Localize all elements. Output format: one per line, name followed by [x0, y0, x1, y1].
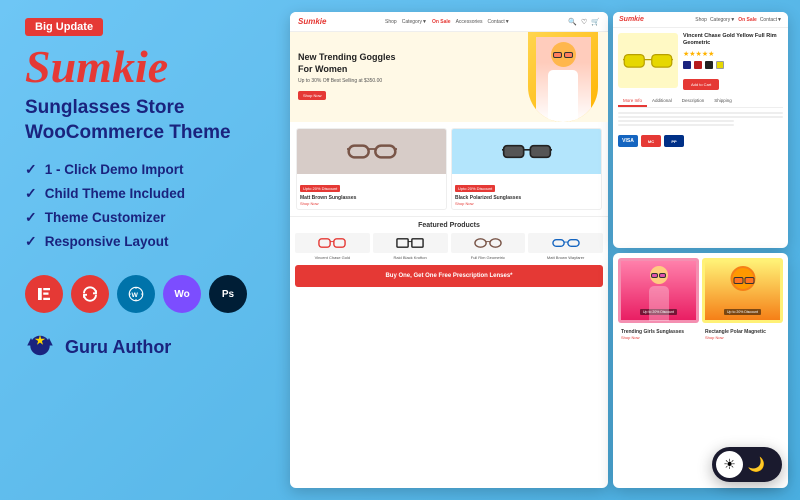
rb-polar-img: Up to 20% Discount — [702, 258, 783, 323]
feature-text-2: Child Theme Included — [45, 186, 185, 201]
right-screenshots-col: Sumkie Shop Category▼ On Sale Contact▼ — [613, 12, 788, 488]
rt-add-to-cart-btn[interactable]: Add to Cart — [683, 79, 719, 90]
rt-product-tabs: More Info Additional Description Shippin… — [618, 96, 783, 108]
feature-text-4: Responsive Layout — [45, 234, 169, 249]
light-mode-toggle[interactable]: ☀ — [716, 451, 743, 478]
rt-payment-icons: VISA MC PP — [613, 132, 788, 150]
left-panel: Big Update Sumkie Sunglasses Store WooCo… — [0, 0, 285, 500]
customizer-icon — [71, 275, 109, 313]
main-container: Big Update Sumkie Sunglasses Store WooCo… — [0, 0, 800, 500]
theme-toggle[interactable]: ☀ 🌙 — [712, 447, 782, 482]
rt-tab-description[interactable]: Description — [677, 96, 710, 107]
mock-product-1: Upto 20% Discount Matt Brown Sunglasses … — [296, 128, 447, 210]
mock-product-2-img — [452, 129, 601, 174]
rt-header: Sumkie Shop Category▼ On Sale Contact▼ — [613, 12, 788, 28]
feature-item-4: ✓ Responsive Layout — [25, 233, 265, 250]
right-panel: Sumkie Shop Category▼ On Sale Accessorie… — [285, 0, 800, 500]
sun-icon: ☀ — [723, 456, 736, 473]
mock-featured-title: Featured Products — [295, 222, 603, 229]
mock-hero-image — [528, 32, 598, 122]
mock-promo-banner: Buy One, Get One Free Prescription Lense… — [295, 265, 603, 287]
mock-hero-sub: Up to 30% Off Best Selling at $350.00 — [298, 78, 398, 84]
brand-name: Sumkie — [25, 44, 265, 90]
woocommerce-icon: Wo — [163, 275, 201, 313]
mock-feat-item-4: Matt Brown Wayfarer — [528, 233, 603, 260]
mock-product-2-discount: Upto 20% Discount — [455, 185, 495, 192]
check-icon-1: ✓ — [25, 161, 37, 178]
mock-product-1-info: Upto 20% Discount Matt Brown Sunglasses … — [297, 174, 446, 209]
big-update-badge: Big Update — [25, 18, 103, 36]
rt-stars: ★★★★★ — [683, 50, 783, 58]
moon-icon: 🌙 — [748, 456, 765, 473]
rb-trending-girls-img: Up to 20% Discount — [618, 258, 699, 323]
mock-featured-products: Vincent Chase Gold Raid Black Krofton — [295, 233, 603, 260]
feature-item-3: ✓ Theme Customizer — [25, 209, 265, 226]
feature-item-1: ✓ 1 - Click Demo Import — [25, 161, 265, 178]
mock-hero-title: New Trending Goggles For Women — [298, 52, 398, 75]
feature-item-2: ✓ Child Theme Included — [25, 185, 265, 202]
rb-badge-2: Up to 20% Discount — [724, 309, 761, 315]
rt-tab-more-info[interactable]: More Info — [618, 96, 647, 107]
features-list: ✓ 1 - Click Demo Import ✓ Child Theme In… — [25, 161, 265, 257]
mock-hero-section: New Trending Goggles For Women Up to 30%… — [290, 32, 608, 122]
elementor-icon — [25, 275, 63, 313]
photoshop-icon: Ps — [209, 275, 247, 313]
mock-product-1-img — [297, 129, 446, 174]
check-icon-3: ✓ — [25, 209, 37, 226]
product-detail-screenshot: Sumkie Shop Category▼ On Sale Contact▼ — [613, 12, 788, 248]
mock-hero-text: New Trending Goggles For Women Up to 30%… — [298, 52, 398, 101]
rt-tab-shipping[interactable]: Shipping — [709, 96, 737, 107]
mock-site-header: Sumkie Shop Category▼ On Sale Accessorie… — [290, 12, 608, 32]
rt-description-content — [613, 108, 788, 132]
rt-product-info: Vincent Chase Gold Yellow Full Rim Geome… — [683, 33, 783, 91]
feature-text-3: Theme Customizer — [45, 210, 166, 225]
rt-tab-additional[interactable]: Additional — [647, 96, 677, 107]
rt-color-swatches — [683, 61, 783, 69]
main-site-screenshot: Sumkie Shop Category▼ On Sale Accessorie… — [290, 12, 608, 488]
rb-col-right-info: Rectangle Polar Magnetic Shop Now — [702, 326, 783, 343]
rt-logo: Sumkie — [619, 16, 644, 23]
rb-col-left: Up to 20% Discount Trending Girls Sungla… — [618, 258, 699, 484]
dark-mode-toggle[interactable]: 🌙 — [743, 451, 770, 478]
mock-shop-now-btn[interactable]: Shop Now — [298, 91, 326, 100]
svg-text:W: W — [132, 292, 139, 299]
mock-feat-item-1: Vincent Chase Gold — [295, 233, 370, 260]
rt-product-body: Vincent Chase Gold Yellow Full Rim Geome… — [613, 28, 788, 96]
mock-featured-section: Featured Products Vincent Chase Gold — [290, 216, 608, 265]
feature-text-1: 1 - Click Demo Import — [45, 162, 184, 177]
swatch-navy[interactable] — [683, 61, 691, 69]
swatch-gold[interactable] — [716, 61, 724, 69]
check-icon-4: ✓ — [25, 233, 37, 250]
tagline-line2: WooCommerce Theme — [25, 122, 231, 143]
mock-site-logo: Sumkie — [298, 17, 326, 26]
rt-product-title: Vincent Chase Gold Yellow Full Rim Geome… — [683, 33, 783, 47]
mock-promo-text: Buy One, Get One Free Prescription Lense… — [303, 273, 595, 279]
swatch-red[interactable] — [694, 61, 702, 69]
guru-star-icon — [25, 329, 55, 366]
mock-site-actions: 🔍 ♡ 🛒 — [568, 18, 600, 26]
mock-feat-item-3: Full Rim Geometric — [451, 233, 526, 260]
wordpress-icon: W — [117, 275, 155, 313]
check-icon-2: ✓ — [25, 185, 37, 202]
mock-product-1-discount: Upto 20% Discount — [300, 185, 340, 192]
swatch-black[interactable] — [705, 61, 713, 69]
mock-product-2-info: Upto 20% Discount Black Polarized Sungla… — [452, 174, 601, 209]
tagline: Sunglasses Store WooCommerce Theme — [25, 96, 265, 145]
mock-product-2: Upto 20% Discount Black Polarized Sungla… — [451, 128, 602, 210]
guru-section: Guru Author — [25, 329, 265, 366]
rt-product-image — [618, 33, 678, 88]
tagline-line1: Sunglasses Store — [25, 97, 184, 118]
mock-site-nav: Shop Category▼ On Sale Accessories Conta… — [385, 19, 510, 25]
tech-icons: W Wo Ps — [25, 275, 265, 313]
rb-col-left-info: Trending Girls Sunglasses Shop Now — [618, 326, 699, 343]
mock-feat-item-2: Raid Black Krofton — [373, 233, 448, 260]
guru-label: Guru Author — [65, 337, 171, 358]
mock-products-section: Upto 20% Discount Matt Brown Sunglasses … — [290, 122, 608, 216]
